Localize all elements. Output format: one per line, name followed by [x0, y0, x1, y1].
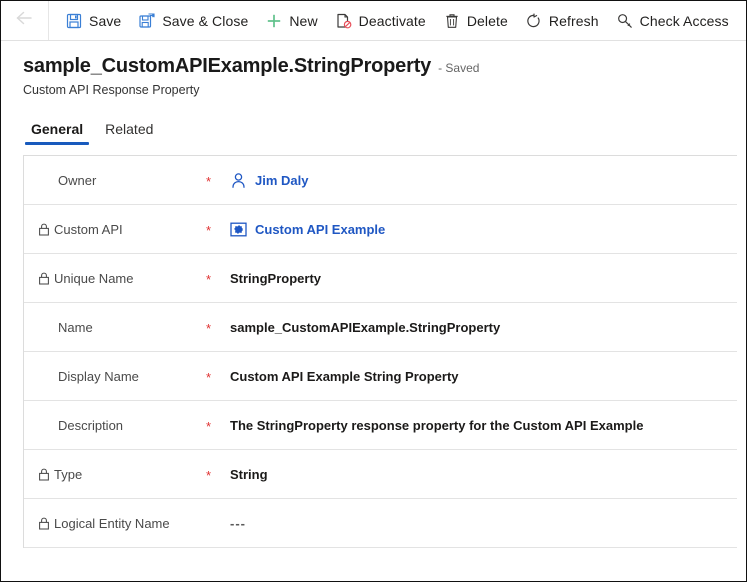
save-button-label: Save — [89, 13, 121, 29]
plus-icon — [266, 13, 282, 29]
delete-button[interactable]: Delete — [435, 5, 517, 37]
field-label-custom-api-text: Custom API — [54, 222, 123, 237]
field-label-logical-entity-name-text: Logical Entity Name — [54, 516, 170, 531]
deactivate-button-label: Deactivate — [359, 13, 426, 29]
command-button-group: Save Save & Close New — [49, 1, 738, 40]
required-marker-description: * — [206, 418, 230, 433]
field-label-name-text: Name — [58, 320, 93, 335]
deactivate-page-icon — [336, 13, 352, 29]
field-label-owner-text: Owner — [58, 173, 96, 188]
save-floppy-icon — [66, 13, 82, 29]
form-row-unique-name: Unique Name * StringProperty — [24, 254, 737, 303]
tab-related-label: Related — [105, 121, 153, 137]
entity-subtitle: Custom API Response Property — [23, 83, 746, 97]
tab-general[interactable]: General — [23, 121, 91, 145]
lock-icon — [38, 517, 50, 530]
title-row: sample_CustomAPIExample.StringProperty -… — [23, 55, 746, 78]
trash-icon — [444, 13, 460, 29]
field-value-display-name-text: Custom API Example String Property — [230, 369, 459, 384]
deactivate-button[interactable]: Deactivate — [327, 5, 435, 37]
field-value-display-name[interactable]: Custom API Example String Property — [230, 369, 737, 384]
field-value-custom-api-text: Custom API Example — [255, 222, 385, 237]
key-icon — [617, 13, 633, 29]
required-marker-unique-name: * — [206, 271, 230, 286]
field-label-owner: Owner — [24, 173, 206, 188]
field-label-logical-entity-name: Logical Entity Name — [24, 516, 206, 531]
field-label-unique-name-text: Unique Name — [54, 271, 134, 286]
required-marker-owner: * — [206, 173, 230, 188]
delete-button-label: Delete — [467, 13, 508, 29]
form-row-type: Type * String — [24, 450, 737, 499]
field-label-display-name: Display Name — [24, 369, 206, 384]
general-form-panel: Owner * Jim Daly Custom API * — [23, 155, 737, 548]
field-label-type: Type — [24, 467, 206, 482]
check-access-button[interactable]: Check Access — [608, 5, 738, 37]
lock-icon — [38, 468, 50, 481]
tab-strip: General Related — [1, 113, 746, 145]
tab-related[interactable]: Related — [97, 121, 161, 145]
custom-api-icon — [230, 221, 247, 238]
field-value-name[interactable]: sample_CustomAPIExample.StringProperty — [230, 320, 737, 335]
save-button[interactable]: Save — [57, 5, 130, 37]
required-marker-name: * — [206, 320, 230, 335]
field-value-type-text: String — [230, 467, 268, 482]
field-value-name-text: sample_CustomAPIExample.StringProperty — [230, 320, 500, 335]
field-value-unique-name-text: StringProperty — [230, 271, 321, 286]
form-row-owner: Owner * Jim Daly — [24, 156, 737, 205]
form-row-logical-entity-name: Logical Entity Name --- — [24, 499, 737, 548]
field-value-owner[interactable]: Jim Daly — [230, 172, 737, 189]
field-value-type[interactable]: String — [230, 467, 737, 482]
save-and-close-button-label: Save & Close — [162, 13, 248, 29]
back-button[interactable] — [1, 1, 49, 40]
field-value-description-text: The StringProperty response property for… — [230, 418, 643, 433]
lock-icon — [38, 223, 50, 236]
refresh-circle-icon — [526, 13, 542, 29]
save-and-close-button[interactable]: Save & Close — [130, 5, 257, 37]
field-value-custom-api[interactable]: Custom API Example — [230, 221, 737, 238]
save-status-text: - Saved — [438, 61, 479, 75]
refresh-button-label: Refresh — [549, 13, 599, 29]
field-value-owner-text: Jim Daly — [255, 173, 308, 188]
form-row-custom-api: Custom API * Custom API Example — [24, 205, 737, 254]
person-icon — [230, 172, 247, 189]
page-title: sample_CustomAPIExample.StringProperty — [23, 55, 431, 78]
command-bar: Save Save & Close New — [1, 1, 746, 41]
new-button-label: New — [289, 13, 317, 29]
new-button[interactable]: New — [257, 5, 326, 37]
field-value-logical-entity-name-text: --- — [230, 516, 246, 531]
required-marker-logical-entity-name — [206, 522, 230, 524]
save-and-close-icon — [139, 13, 155, 29]
field-value-logical-entity-name[interactable]: --- — [230, 516, 737, 531]
lock-icon — [38, 272, 50, 285]
field-label-display-name-text: Display Name — [58, 369, 139, 384]
form-row-description: Description * The StringProperty respons… — [24, 401, 737, 450]
field-label-unique-name: Unique Name — [24, 271, 206, 286]
refresh-button[interactable]: Refresh — [517, 5, 608, 37]
required-marker-type: * — [206, 467, 230, 482]
check-access-button-label: Check Access — [640, 13, 729, 29]
field-value-description[interactable]: The StringProperty response property for… — [230, 418, 737, 433]
form-row-name: Name * sample_CustomAPIExample.StringPro… — [24, 303, 737, 352]
back-arrow-icon — [15, 10, 35, 31]
tab-general-label: General — [31, 121, 83, 137]
field-value-unique-name[interactable]: StringProperty — [230, 271, 737, 286]
field-label-description-text: Description — [58, 418, 123, 433]
record-header: sample_CustomAPIExample.StringProperty -… — [1, 41, 746, 97]
form-row-display-name: Display Name * Custom API Example String… — [24, 352, 737, 401]
field-label-name: Name — [24, 320, 206, 335]
required-marker-display-name: * — [206, 369, 230, 384]
required-marker-custom-api: * — [206, 222, 230, 237]
field-label-type-text: Type — [54, 467, 82, 482]
field-label-description: Description — [24, 418, 206, 433]
field-label-custom-api: Custom API — [24, 222, 206, 237]
